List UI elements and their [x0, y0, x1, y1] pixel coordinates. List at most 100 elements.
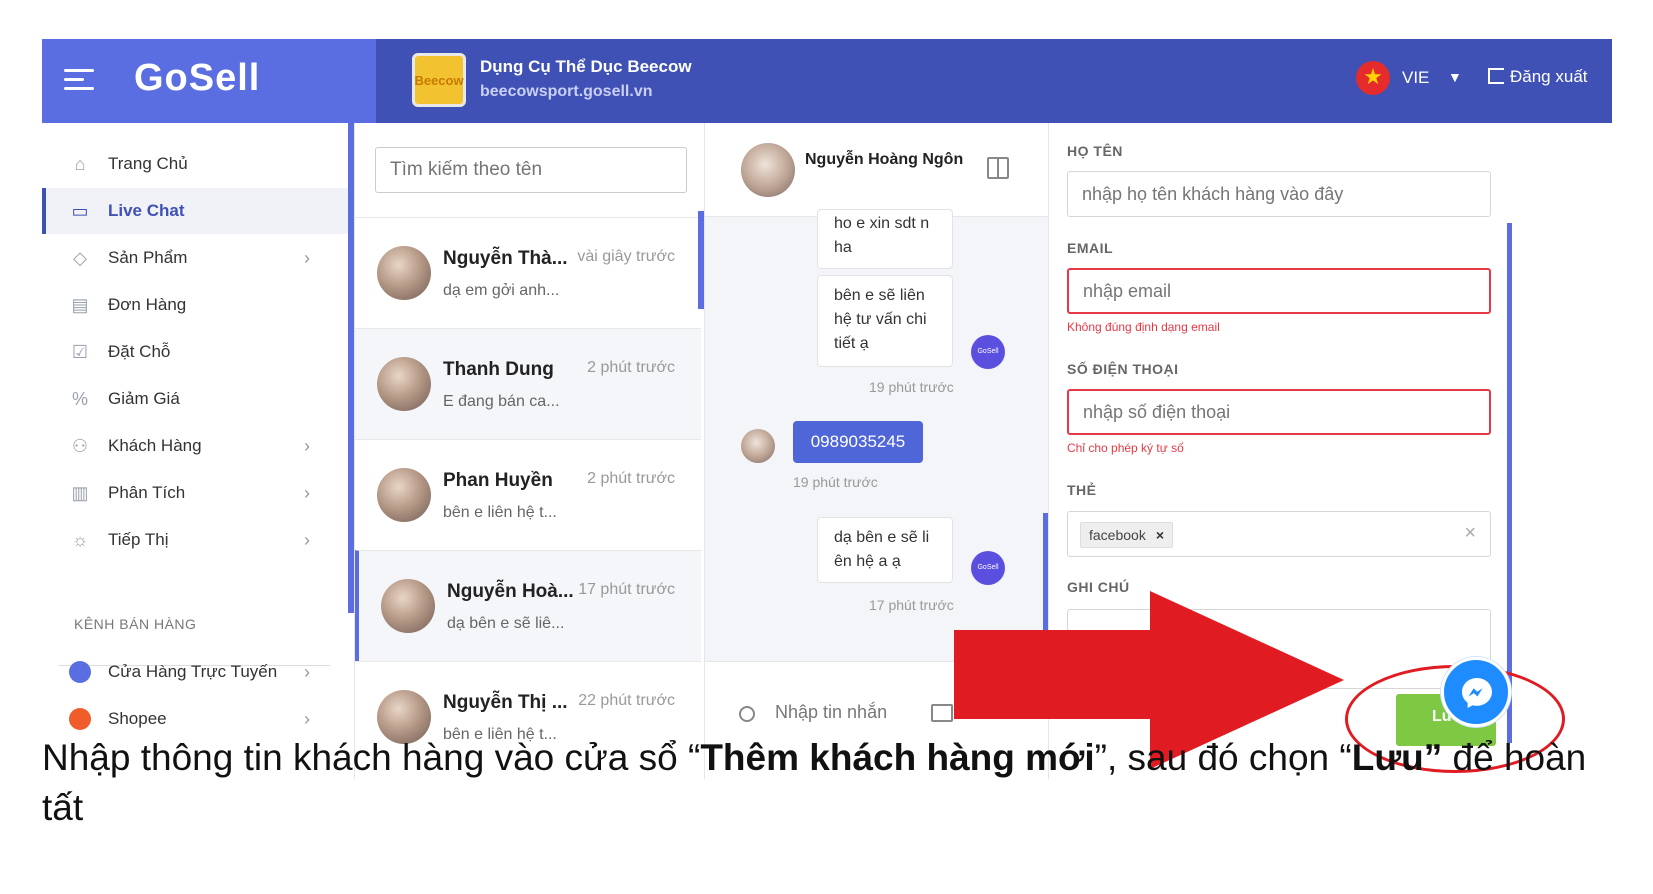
sidebar-item-label: Giảm Giá — [108, 389, 180, 408]
sidebar-item-orders[interactable]: ▤ Đơn Hàng — [42, 282, 354, 328]
avatar — [741, 143, 795, 197]
conversation-preview: E đang bán ca... — [443, 393, 560, 410]
logout-button[interactable]: Đăng xuất — [1488, 67, 1588, 87]
conversation-name: Nguyễn Hoà... — [447, 581, 574, 602]
email-label: EMAIL — [1067, 240, 1114, 256]
caption-bold: Lưu” — [1351, 737, 1443, 778]
sidebar-item-label: Shopee — [108, 709, 167, 728]
users-icon: ⚇ — [71, 435, 89, 456]
remove-tag-icon[interactable]: × — [1156, 527, 1164, 543]
bar-chart-icon: ▥ — [71, 482, 89, 503]
chevron-down-icon[interactable]: ▼ — [1448, 69, 1462, 85]
sidebar-item-analytics[interactable]: ▥ Phân Tích › — [42, 470, 354, 516]
sidebar-item-label: Đơn Hàng — [108, 295, 187, 314]
name-label: HỌ TÊN — [1067, 143, 1123, 159]
message-time: 19 phút trước — [869, 379, 954, 395]
conversation-time: 2 phút trước — [587, 470, 675, 487]
conversation-time: 2 phút trước — [587, 359, 675, 376]
shop-url[interactable]: beecowsport.gosell.vn — [480, 83, 652, 101]
chevron-right-icon: › — [304, 435, 310, 456]
message-bubble: bên e sẽ liên hệ tư vấn chi tiết ạ — [817, 275, 953, 367]
shop-logo: Beecow — [412, 53, 466, 107]
conversation-item[interactable]: Phan Huyền 2 phút trước bên e liên hệ t.… — [355, 439, 701, 550]
form-scrollbar[interactable] — [1507, 223, 1512, 743]
sidebar-item-products[interactable]: ◇ Sản Phẩm › — [42, 235, 354, 281]
conversation-preview: dạ em gởi anh... — [443, 282, 560, 299]
document-icon: ▤ — [71, 294, 89, 315]
phone-label: SỐ ĐIỆN THOẠI — [1067, 361, 1179, 377]
conversation-item[interactable]: Nguyễn Thà... vài giây trước dạ em gởi a… — [355, 217, 701, 328]
chevron-right-icon: › — [304, 708, 310, 729]
shop-name: Dụng Cụ Thể Dục Beecow — [480, 57, 692, 76]
tag-icon: ◇ — [73, 247, 87, 268]
vietnam-flag-icon[interactable]: ★ — [1356, 61, 1390, 95]
conversation-item[interactable]: Thanh Dung 2 phút trước E đang bán ca... — [355, 328, 701, 439]
tag-chip-label: facebook — [1089, 527, 1146, 543]
avatar — [381, 579, 435, 633]
screenshot-area: GoSell Beecow Dụng Cụ Thể Dục Beecow bee… — [42, 39, 1612, 779]
message-time: 19 phút trước — [793, 474, 878, 490]
chat-icon: ▭ — [71, 200, 89, 221]
chevron-right-icon: › — [304, 247, 310, 268]
chevron-right-icon: › — [304, 661, 310, 682]
name-field[interactable] — [1067, 171, 1491, 217]
sidebar-item-label: Khách Hàng — [108, 436, 202, 455]
email-field[interactable] — [1067, 268, 1491, 314]
conversation-name: Phan Huyền — [443, 470, 553, 491]
phone-field[interactable] — [1067, 389, 1491, 435]
tag-input[interactable]: facebook × × — [1067, 511, 1491, 557]
chevron-right-icon: › — [304, 529, 310, 550]
conversation-item-selected[interactable]: Nguyễn Hoà... 17 phút trước dạ bên e sẽ … — [355, 550, 701, 661]
message-bubble: dạ bên e sẽ li ên hệ a ạ — [817, 517, 953, 583]
discount-icon: % — [71, 388, 88, 409]
chevron-right-icon: › — [304, 482, 310, 503]
language-selector[interactable]: VIE — [1402, 68, 1429, 88]
store-icon — [68, 661, 92, 683]
clear-tags-icon[interactable]: × — [1464, 522, 1476, 545]
top-header: Beecow Dụng Cụ Thể Dục Beecow beecowspor… — [376, 39, 1612, 123]
conversation-name: Nguyễn Thị ... — [443, 692, 568, 713]
caption-text: ”, sau đó chọn “ — [1094, 737, 1352, 778]
conversation-name: Nguyễn Thà... — [443, 248, 568, 269]
tag-chip[interactable]: facebook × — [1080, 522, 1174, 548]
conversation-list: Nguyễn Thà... vài giây trước dạ em gởi a… — [354, 123, 704, 779]
logout-label: Đăng xuất — [1510, 67, 1588, 86]
sidebar-item-label: Trang Chủ — [108, 154, 188, 173]
messenger-icon[interactable] — [1441, 657, 1511, 727]
sidebar-item-discounts[interactable]: % Giảm Giá — [42, 376, 354, 422]
sidebar-item-customers[interactable]: ⚇ Khách Hàng › — [42, 423, 354, 469]
hamburger-menu-icon[interactable] — [64, 69, 94, 91]
header-logo-area: GoSell — [42, 39, 376, 123]
conversation-preview: dạ bên e sẽ liê... — [447, 615, 565, 632]
sidebar-item-online-store[interactable]: Cửa Hàng Trực Tuyến › — [42, 649, 354, 695]
avatar — [377, 246, 431, 300]
gosell-avatar: GoSell — [971, 551, 1005, 585]
sidebar-item-label: Đặt Chỗ — [108, 342, 171, 361]
sidebar-item-live-chat[interactable]: ▭ Live Chat — [42, 188, 354, 234]
toggle-panel-icon[interactable] — [987, 157, 1009, 179]
image-icon[interactable] — [931, 704, 953, 722]
sidebar: ⌂ Trang Chủ ▭ Live Chat ◇ Sản Phẩm › ▤ Đ… — [42, 123, 354, 779]
message-input[interactable]: Nhập tin nhắn — [775, 702, 887, 723]
sidebar-item-marketing[interactable]: ☼ Tiếp Thị › — [42, 517, 354, 563]
conversation-time: vài giây trước — [577, 248, 675, 265]
gosell-avatar: GoSell — [971, 335, 1005, 369]
gosell-logo: GoSell — [134, 57, 261, 99]
caption-text: Nhập thông tin khách hàng vào cửa sổ “ — [42, 737, 701, 778]
avatar — [377, 468, 431, 522]
search-input[interactable] — [375, 147, 687, 193]
chat-header: Nguyễn Hoàng Ngôn — [705, 123, 1049, 217]
tag-label: THẺ — [1067, 482, 1097, 498]
conversation-time: 22 phút trước — [578, 692, 675, 709]
sidebar-item-label: Cửa Hàng Trực Tuyến — [108, 662, 278, 681]
conversation-time: 17 phút trước — [578, 581, 675, 598]
sidebar-item-label: Live Chat — [108, 201, 185, 220]
email-error: Không đúng định dạng email — [1067, 320, 1220, 334]
emoji-icon[interactable] — [739, 706, 755, 722]
sidebar-item-reservations[interactable]: ☑ Đặt Chỗ — [42, 329, 354, 375]
instruction-caption: Nhập thông tin khách hàng vào cửa sổ “Th… — [42, 733, 1612, 833]
avatar — [741, 429, 775, 463]
sidebar-item-home[interactable]: ⌂ Trang Chủ — [42, 141, 354, 187]
avatar — [377, 357, 431, 411]
sales-channel-heading: KÊNH BÁN HÀNG — [74, 616, 197, 632]
